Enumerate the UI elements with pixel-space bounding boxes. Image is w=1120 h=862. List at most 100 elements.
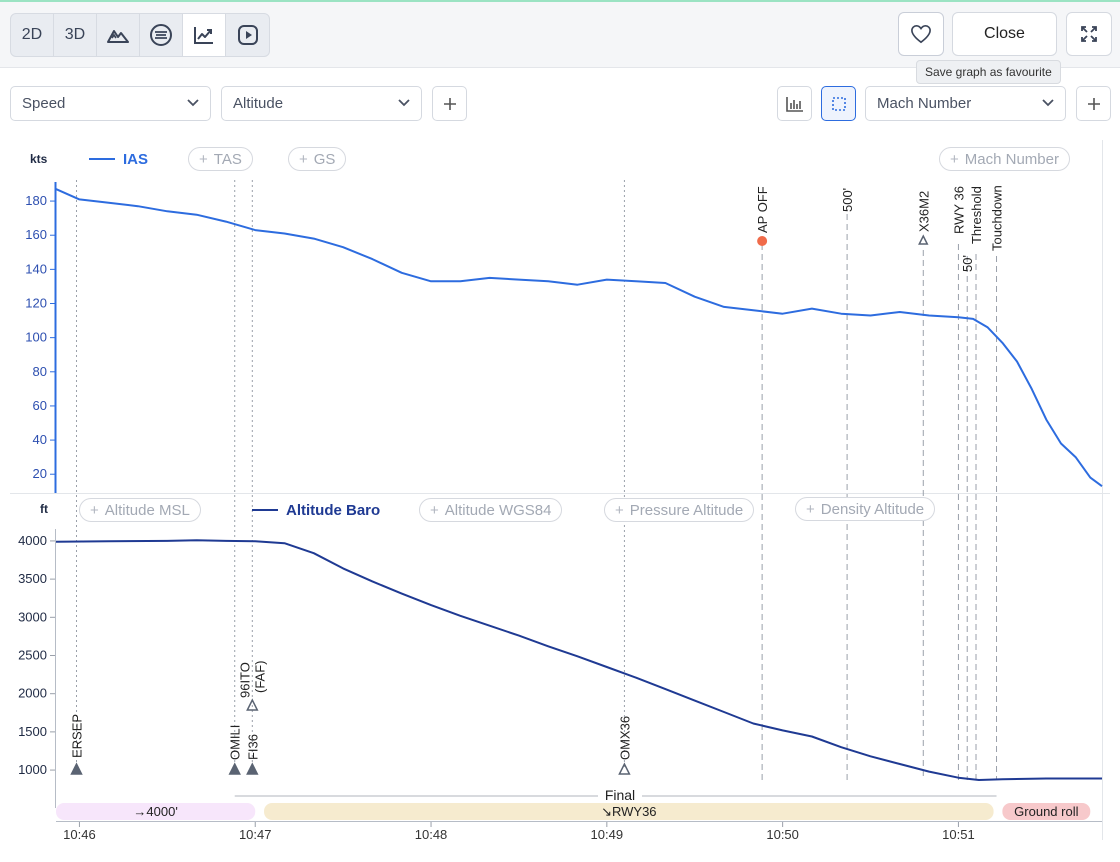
speed-y-tick-label: 140: [25, 261, 47, 276]
legend-altitude-baro-label: Altitude Baro: [286, 501, 381, 519]
add-mach-chip[interactable]: + Mach Number: [939, 147, 1070, 171]
waypoint-triangle-icon: [70, 762, 83, 775]
fullscreen-button[interactable]: [1066, 12, 1112, 56]
left-axis-2-select[interactable]: Altitude: [221, 86, 422, 121]
right-axis-select[interactable]: Mach Number: [865, 86, 1066, 121]
speed-y-tick-label: 20: [33, 466, 47, 481]
altitude-y-tick-label: 2500: [18, 648, 47, 663]
time-tick-label: 10:48: [415, 827, 448, 842]
plus-icon: [1087, 97, 1100, 110]
selection-mode-button[interactable]: [821, 86, 856, 121]
time-tick-label: 10:50: [766, 827, 799, 842]
terrain-view-button[interactable]: [97, 14, 140, 56]
chip-label: Density Altitude: [820, 500, 925, 518]
legend-swatch: [252, 509, 278, 511]
add-altitude-msl-chip[interactable]: + Altitude MSL: [79, 498, 201, 522]
speed-y-tick-label: 100: [25, 330, 47, 345]
altitude-y-tick-label: 2000: [18, 686, 47, 701]
play-icon: [237, 25, 258, 45]
time-tick-label: 10:51: [942, 827, 975, 842]
event-label-fi36: FI36: [245, 734, 260, 760]
left-axis-1-value: Speed: [22, 95, 66, 112]
right-axis-value: Mach Number: [877, 95, 972, 112]
favourite-button[interactable]: [898, 12, 944, 56]
altitude-y-tick-label: 1500: [18, 724, 47, 739]
waypoint-triangle-icon: [918, 234, 929, 245]
instrument-view-button[interactable]: [140, 14, 183, 56]
legend-ias[interactable]: IAS: [89, 147, 148, 171]
event-label-ap-off: AP OFF: [755, 186, 770, 233]
chip-label: GS: [313, 150, 336, 168]
chart-area[interactable]: 20 40 60 80 100 120 140 160 180 1000 1500 2000 2500 3…: [0, 140, 1120, 862]
plus-icon: +: [806, 500, 815, 518]
event-label-x36m2: X36M2: [916, 191, 931, 232]
plus-icon: +: [90, 501, 99, 519]
legend-altitude-baro[interactable]: Altitude Baro: [252, 498, 380, 522]
heart-icon: [911, 24, 931, 44]
add-pressure-altitude-chip[interactable]: + Pressure Altitude: [604, 498, 755, 522]
view-2d-button[interactable]: 2D: [11, 14, 54, 56]
playback-view-button[interactable]: [226, 14, 269, 56]
add-tas-chip[interactable]: + TAS: [188, 147, 253, 171]
graph-view-button[interactable]: [183, 14, 226, 56]
chevron-down-icon: [398, 99, 410, 107]
event-label-threshold: Threshold: [969, 186, 984, 244]
add-altitude-wgs84-chip[interactable]: + Altitude WGS84: [419, 498, 563, 522]
event-label-50: 50': [960, 255, 975, 272]
chip-label: Pressure Altitude: [629, 501, 744, 519]
altitude-y-tick-label: 1000: [18, 762, 47, 777]
selection-box-icon: [831, 96, 846, 111]
time-tick-label: 10:47: [239, 827, 272, 842]
view-mode-group: 2D 3D: [10, 13, 270, 57]
expand-icon: [1081, 26, 1097, 42]
time-tick-label: 10:46: [63, 827, 96, 842]
close-button[interactable]: Close: [952, 12, 1057, 56]
legend-swatch: [89, 158, 115, 160]
chevron-down-icon: [1042, 99, 1054, 107]
altitude-baro-series-line: [55, 539, 1102, 781]
add-left-graph-button[interactable]: [432, 86, 467, 121]
plus-icon: +: [199, 150, 208, 168]
view-3d-button[interactable]: 3D: [54, 14, 97, 56]
chip-label: Mach Number: [964, 150, 1059, 168]
event-label-touchdown: Touchdown: [990, 185, 1005, 251]
legend-ias-label: IAS: [123, 150, 149, 168]
speed-y-tick-label: 60: [33, 398, 47, 413]
phase-label-approach: ↘RWY36: [601, 804, 656, 819]
line-chart-icon: [194, 27, 213, 44]
plus-icon: +: [299, 150, 308, 168]
left-axis-1-select[interactable]: Speed: [10, 86, 211, 121]
altitude-y-tick-label: 3500: [18, 571, 47, 586]
favourite-tooltip: Save graph as favourite: [916, 60, 1061, 84]
speed-y-tick-label: 160: [25, 227, 47, 242]
add-density-altitude-chip[interactable]: + Density Altitude: [795, 497, 936, 521]
chevron-down-icon: [187, 99, 199, 107]
speed-y-tick-label: 180: [25, 193, 47, 208]
plus-icon: +: [615, 501, 624, 519]
event-label-500: 500': [840, 188, 855, 212]
chip-label: Altitude MSL: [104, 501, 190, 519]
altitude-y-tick-label: 3000: [18, 609, 47, 624]
add-gs-chip[interactable]: + GS: [288, 147, 347, 171]
altitude-unit-label: ft: [40, 502, 48, 516]
bar-chart-icon: [785, 96, 803, 112]
event-label-faf-tag: (FAF): [252, 661, 267, 694]
speed-y-tick-label: 80: [33, 364, 47, 379]
event-label-omili: OMILI: [228, 725, 243, 760]
speed-unit-label: kts: [30, 152, 48, 166]
ap-off-dot: [757, 236, 768, 246]
event-label-ersep: ERSEP: [70, 714, 85, 758]
event-label-omx36: OMX36: [617, 716, 632, 760]
phase-label-final: Final: [605, 787, 635, 803]
phase-label-climb: →4000': [133, 804, 177, 819]
plus-icon: +: [950, 150, 959, 168]
waypoint-triangle-icon: [246, 762, 259, 775]
bar-chart-mode-button[interactable]: [777, 86, 812, 121]
attitude-indicator-icon: [150, 24, 172, 46]
speed-y-tick-label: 120: [25, 296, 47, 311]
plus-icon: +: [430, 501, 439, 519]
phase-label-ground: Ground roll: [1014, 804, 1078, 819]
ias-series-line: [55, 188, 1103, 488]
event-label-faf-name: 96ITO: [237, 662, 252, 698]
add-right-graph-button[interactable]: [1076, 86, 1111, 121]
